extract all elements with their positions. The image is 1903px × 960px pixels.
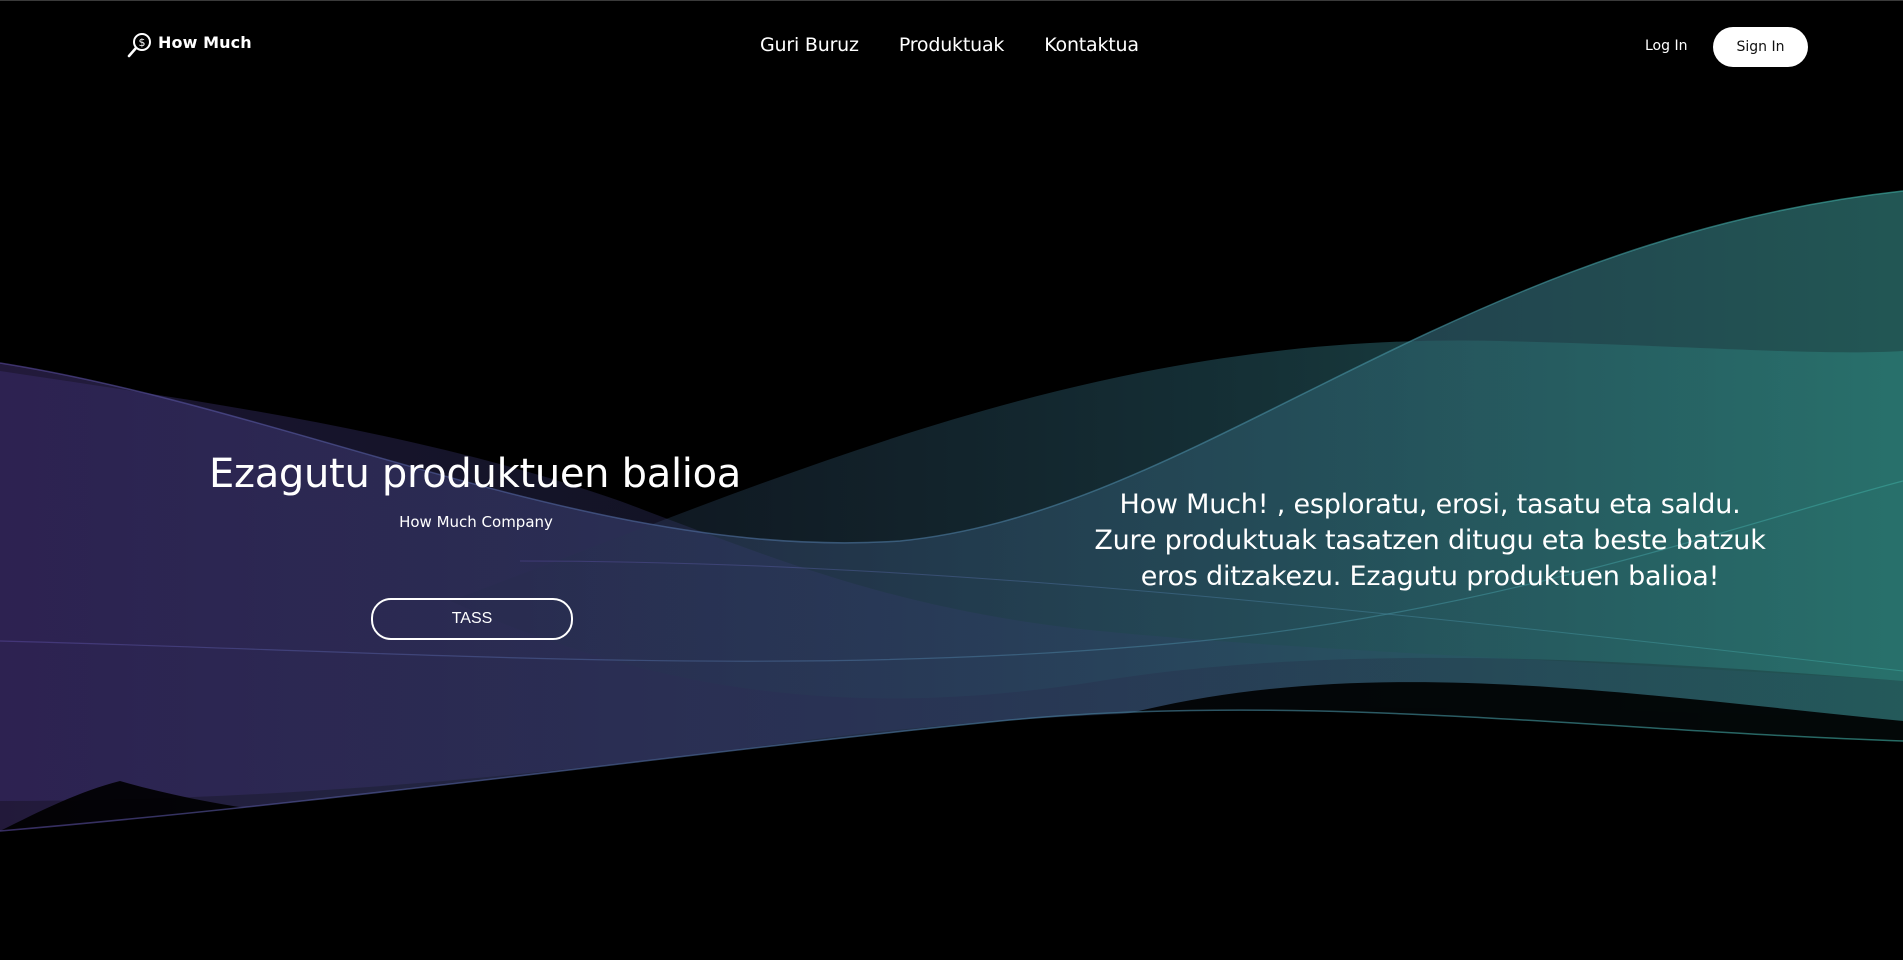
svg-text:$: $ — [139, 36, 146, 49]
nav-item-produktuak[interactable]: Produktuak — [899, 34, 1005, 56]
brand-logo[interactable]: $ How Much — [126, 31, 252, 59]
main-nav: Guri Buruz Produktuak Kontaktua — [760, 34, 1139, 56]
hero-description: How Much! , esploratu, erosi, tasatu eta… — [1070, 487, 1790, 595]
login-link[interactable]: Log In — [1645, 38, 1687, 54]
magnifier-dollar-icon: $ — [127, 33, 151, 58]
hero-title: Ezagutu produktuen balioa — [209, 451, 741, 497]
hero-description-line: Zure produktuak tasatzen ditugu eta best… — [1094, 525, 1766, 556]
nav-item-guri-buruz[interactable]: Guri Buruz — [760, 34, 859, 56]
hero-description-line: eros ditzakezu. Ezagutu produktuen balio… — [1140, 561, 1720, 592]
hero-description-line: How Much! , esploratu, erosi, tasatu eta… — [1119, 489, 1741, 520]
nav-item-kontaktua[interactable]: Kontaktua — [1044, 34, 1139, 56]
site-header: $ How Much Guri Buruz Produktuak Kontakt… — [0, 1, 1903, 91]
brand-name: How Much — [158, 32, 252, 52]
hero-subtitle: How Much Company — [399, 513, 553, 531]
landing-page: $ How Much Guri Buruz Produktuak Kontakt… — [0, 0, 1903, 960]
tass-button[interactable]: TASS — [371, 598, 573, 640]
signin-button[interactable]: Sign In — [1713, 27, 1808, 67]
